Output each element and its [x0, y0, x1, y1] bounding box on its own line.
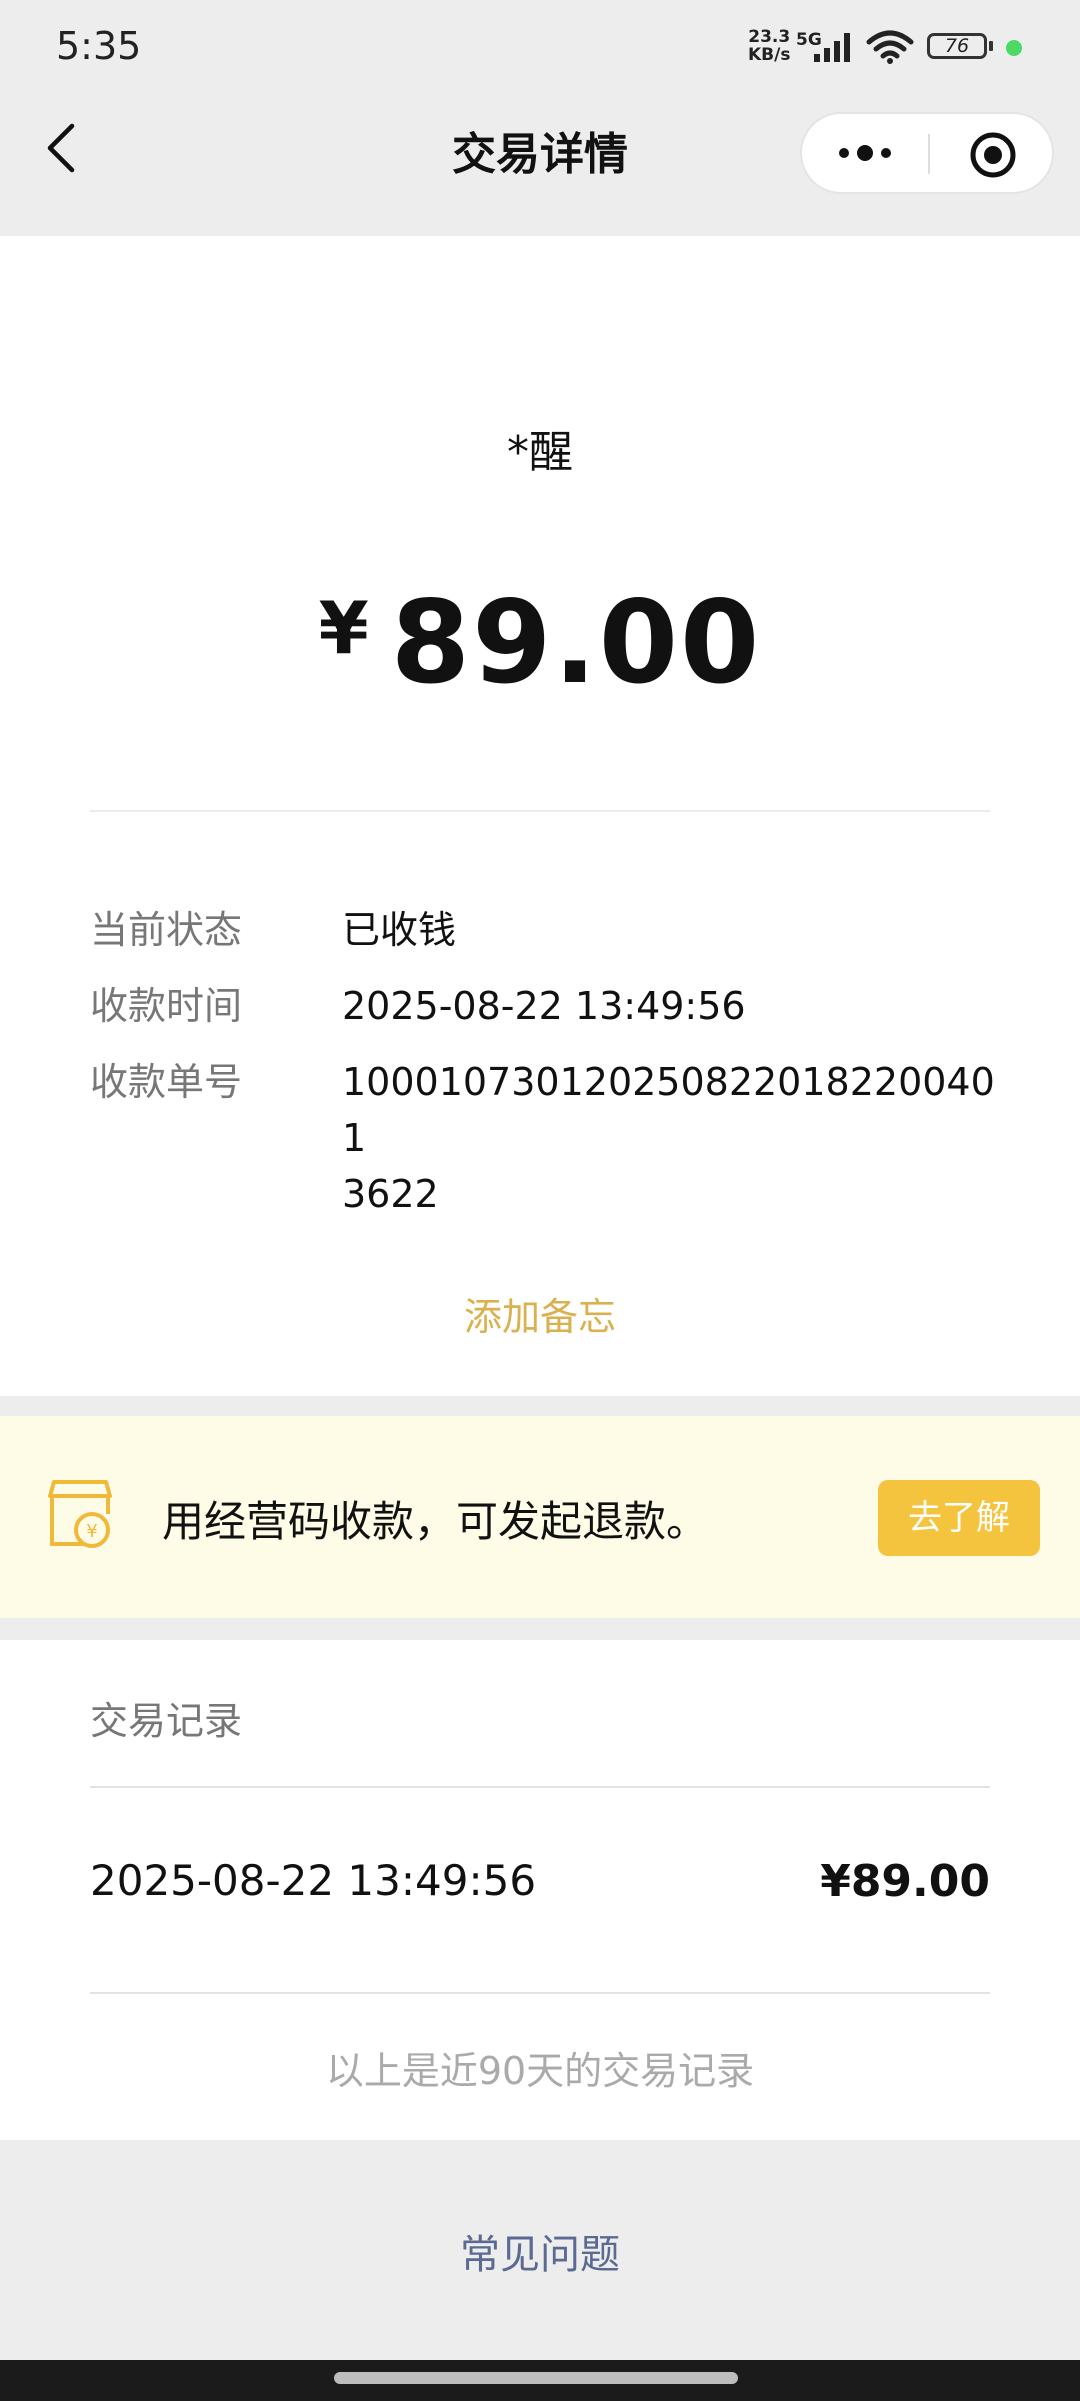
refund-banner: ¥ 用经营码收款，可发起退款。 去了解: [0, 1416, 1080, 1618]
network-speed: 23.3 KB/s: [748, 28, 790, 64]
detail-label: 当前状态: [90, 908, 243, 952]
network-speed-unit: KB/s: [748, 45, 791, 65]
transaction-amount: ¥89.00: [0, 576, 1080, 709]
divider: [90, 1992, 990, 1994]
home-gesture-handle[interactable]: [334, 2372, 738, 2384]
status-time: 5:35: [56, 24, 142, 68]
network-speed-value: 23.3: [748, 27, 791, 47]
store-qr-icon: ¥: [48, 1480, 112, 1548]
divider: [90, 1786, 990, 1788]
amount-value: 89.00: [390, 576, 762, 709]
transaction-card: *醒 ¥89.00 当前状态 已收钱 收款时间 2025-08-22 13:49…: [0, 236, 1080, 1396]
order-number-line-1: 100010730120250822018220040 1: [342, 1060, 995, 1160]
learn-more-button[interactable]: 去了解: [878, 1480, 1040, 1556]
order-number: 100010730120250822018220040 1 3622: [342, 1054, 1022, 1222]
battery-icon: 76: [927, 33, 987, 59]
more-icon[interactable]: [832, 134, 898, 172]
detail-value: 已收钱: [342, 908, 457, 952]
banner-text: 用经营码收款，可发起退款。: [162, 1497, 709, 1546]
detail-label: 收款时间: [90, 984, 243, 1028]
mini-program-capsule: [800, 112, 1054, 194]
signal-icon: [814, 33, 850, 62]
privacy-indicator-dot: [1006, 40, 1022, 56]
nav-bar: 交易详情: [0, 96, 1080, 236]
svg-text:¥: ¥: [86, 1521, 97, 1542]
record-row[interactable]: 2025-08-22 13:49:56 ¥89.00: [90, 1856, 990, 1916]
records-note: 以上是近90天的交易记录: [325, 2049, 755, 2093]
wifi-icon: [866, 30, 914, 64]
record-amount: ¥89.00: [820, 1856, 990, 1907]
status-bar: 5:35 23.3 KB/s 5G 76: [0, 0, 1080, 96]
records-title: 交易记录: [90, 1699, 243, 1743]
transaction-records: 交易记录 2025-08-22 13:49:56 ¥89.00 以上是近90天的…: [0, 1640, 1080, 2140]
page: 5:35 23.3 KB/s 5G 76 交易详情 *醒 ¥ 89.00 当前状…: [0, 0, 1080, 2401]
currency-symbol: ¥: [318, 586, 369, 670]
order-number-line-2: 3622: [342, 1172, 439, 1216]
capsule-divider: [928, 134, 930, 174]
battery-tip: [989, 41, 993, 51]
faq-link[interactable]: 常见问题: [0, 2222, 1080, 2280]
detail-value: 2025-08-22 13:49:56: [342, 984, 746, 1028]
detail-label: 收款单号: [90, 1060, 243, 1104]
add-memo-link[interactable]: 添加备忘: [0, 1286, 1080, 1341]
close-mini-program-icon[interactable]: [968, 130, 1018, 180]
divider: [90, 810, 990, 812]
record-time: 2025-08-22 13:49:56: [90, 1856, 537, 1905]
payer-name: *醒: [507, 427, 573, 478]
